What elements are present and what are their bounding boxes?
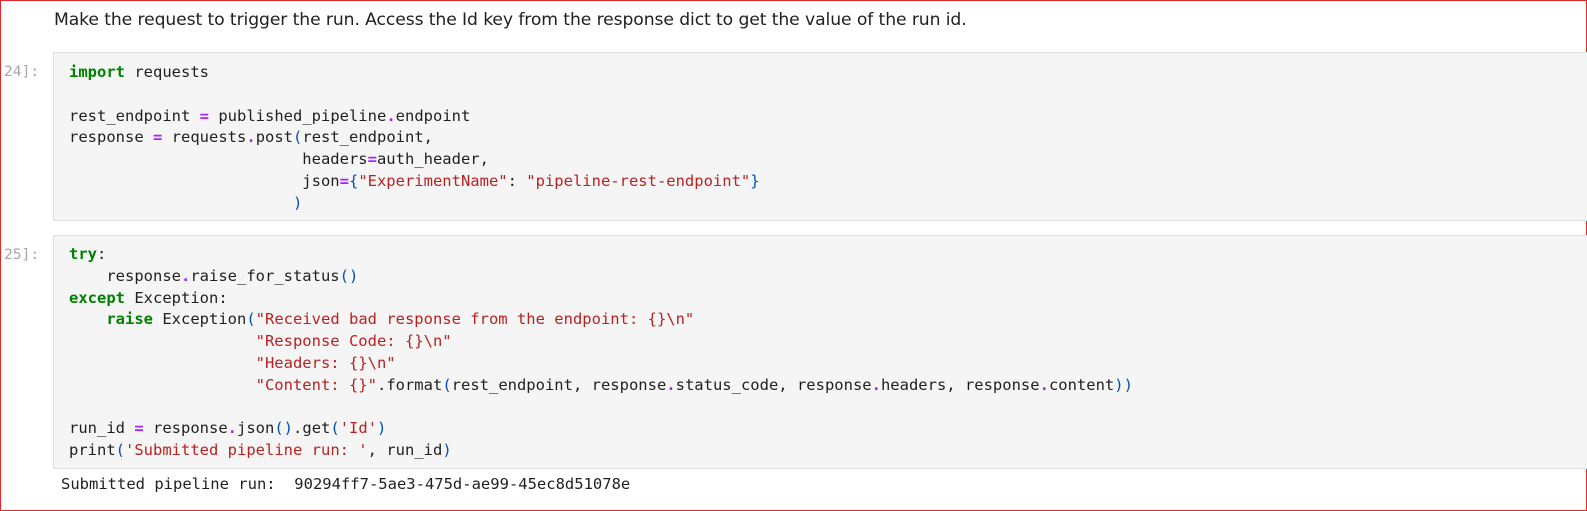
code-token: json [237, 419, 275, 437]
code-token: ( [115, 440, 126, 459]
code-token: json [69, 171, 340, 190]
code-token: import [69, 63, 125, 81]
code-token: Exception: [125, 288, 228, 307]
code-token: try [69, 245, 97, 263]
code-token: requests [162, 128, 247, 147]
code-token: . [227, 419, 238, 437]
code-token: ( [246, 310, 256, 329]
code-line: try: [69, 244, 1133, 266]
code-line: response = requests.post(rest_endpoint, [69, 127, 760, 149]
code-line: headers=auth_header, [69, 149, 760, 171]
code-token: . [386, 106, 396, 125]
code-token: . [1039, 375, 1049, 394]
code-line: "Headers: {}\n" [69, 353, 1133, 375]
code-token: = [153, 128, 163, 147]
code-token: ( [442, 375, 452, 394]
cell-prompt-25: 25]: [4, 246, 40, 263]
code-token: get [302, 419, 331, 437]
code-token: : [507, 171, 527, 190]
cell-output-stream: Submitted pipeline run: 90294ff7-5ae3-47… [61, 475, 631, 493]
code-token: 'Submitted pipeline run: ' [125, 440, 368, 459]
code-line: json={"ExperimentName": "pipeline-rest-e… [69, 171, 760, 193]
markdown-cell-text: Make the request to trigger the run. Acc… [54, 10, 967, 30]
code-line: response.raise_for_status() [69, 266, 1133, 288]
code-token: rest_endpoint, response [451, 375, 667, 394]
code-token: . [180, 266, 191, 285]
code-line: rest_endpoint = published_pipeline.endpo… [69, 106, 760, 128]
code-token: = [339, 171, 349, 190]
code-cell-24[interactable]: import requests rest_endpoint = published… [53, 52, 1587, 221]
code-token: auth_header, [376, 150, 489, 168]
code-token: ) [292, 193, 303, 212]
code-token: 'Id' [339, 419, 378, 437]
code-token: ) [442, 440, 452, 459]
code-token: response [69, 266, 181, 285]
code-line: run_id = response.json().get('Id') [69, 418, 1133, 440]
code-token: rest_endpoint, [302, 128, 434, 147]
code-token: = [199, 106, 209, 125]
code-cell-25[interactable]: try: response.raise_for_status() except E… [53, 235, 1587, 469]
code-line: import requests [69, 62, 760, 84]
code-token: "Content: {}" [255, 375, 377, 394]
code-token: = [134, 419, 144, 437]
code-token: status_code, response [675, 375, 872, 394]
code-editor[interactable]: try: response.raise_for_status() except E… [69, 244, 1133, 462]
code-token: , run_id [367, 440, 443, 459]
code-token: () [274, 419, 294, 437]
code-token: : [97, 245, 107, 263]
code-editor[interactable]: import requests rest_endpoint = published… [69, 62, 760, 214]
code-token: )) [1114, 375, 1133, 394]
code-token: response [143, 419, 228, 437]
code-token: headers [69, 150, 368, 168]
code-token: "Headers: {}\n" [255, 353, 396, 372]
code-token: ( [293, 128, 303, 147]
code-token: published_pipeline [209, 106, 387, 125]
code-token: raise [106, 310, 153, 329]
code-token: "pipeline-rest-endpoint" [526, 171, 751, 190]
code-token: } [750, 171, 760, 190]
code-token: . [376, 375, 387, 394]
code-line: except Exception: [69, 288, 1133, 310]
code-token: raise_for_status [190, 266, 340, 285]
code-line: raise Exception("Received bad response f… [69, 309, 1133, 331]
code-token: = [367, 150, 377, 168]
code-line: ) [69, 193, 760, 215]
code-token: except [69, 288, 125, 307]
code-token: print [69, 440, 116, 459]
code-token: ( [330, 419, 340, 437]
code-line: "Content: {}".format(rest_endpoint, resp… [69, 375, 1133, 397]
code-token: requests [125, 63, 209, 81]
code-token: headers, response [880, 375, 1040, 394]
code-token: . [666, 375, 676, 394]
code-token: { [348, 171, 359, 190]
code-token: run_id [69, 419, 135, 437]
code-line: "Response Code: {}\n" [69, 331, 1133, 353]
code-token: "Response Code: {}\n" [255, 332, 452, 350]
code-token: . [246, 128, 256, 147]
code-token: "ExperimentName" [358, 171, 508, 190]
code-token: . [293, 419, 303, 437]
code-token: format [386, 375, 443, 394]
code-token: () [339, 266, 359, 285]
code-token: ) [377, 419, 387, 437]
code-token: response [69, 128, 153, 147]
code-token: content [1048, 375, 1115, 394]
code-token: "Received bad response from the endpoint… [255, 310, 695, 329]
code-token: endpoint [395, 106, 471, 125]
code-token: post [255, 128, 294, 147]
code-line: print('Submitted pipeline run: ', run_id… [69, 440, 1133, 462]
cell-prompt-24: 24]: [4, 63, 40, 80]
code-token: rest_endpoint [69, 106, 200, 125]
code-token: Exception [153, 310, 247, 329]
code-token: . [871, 375, 881, 394]
